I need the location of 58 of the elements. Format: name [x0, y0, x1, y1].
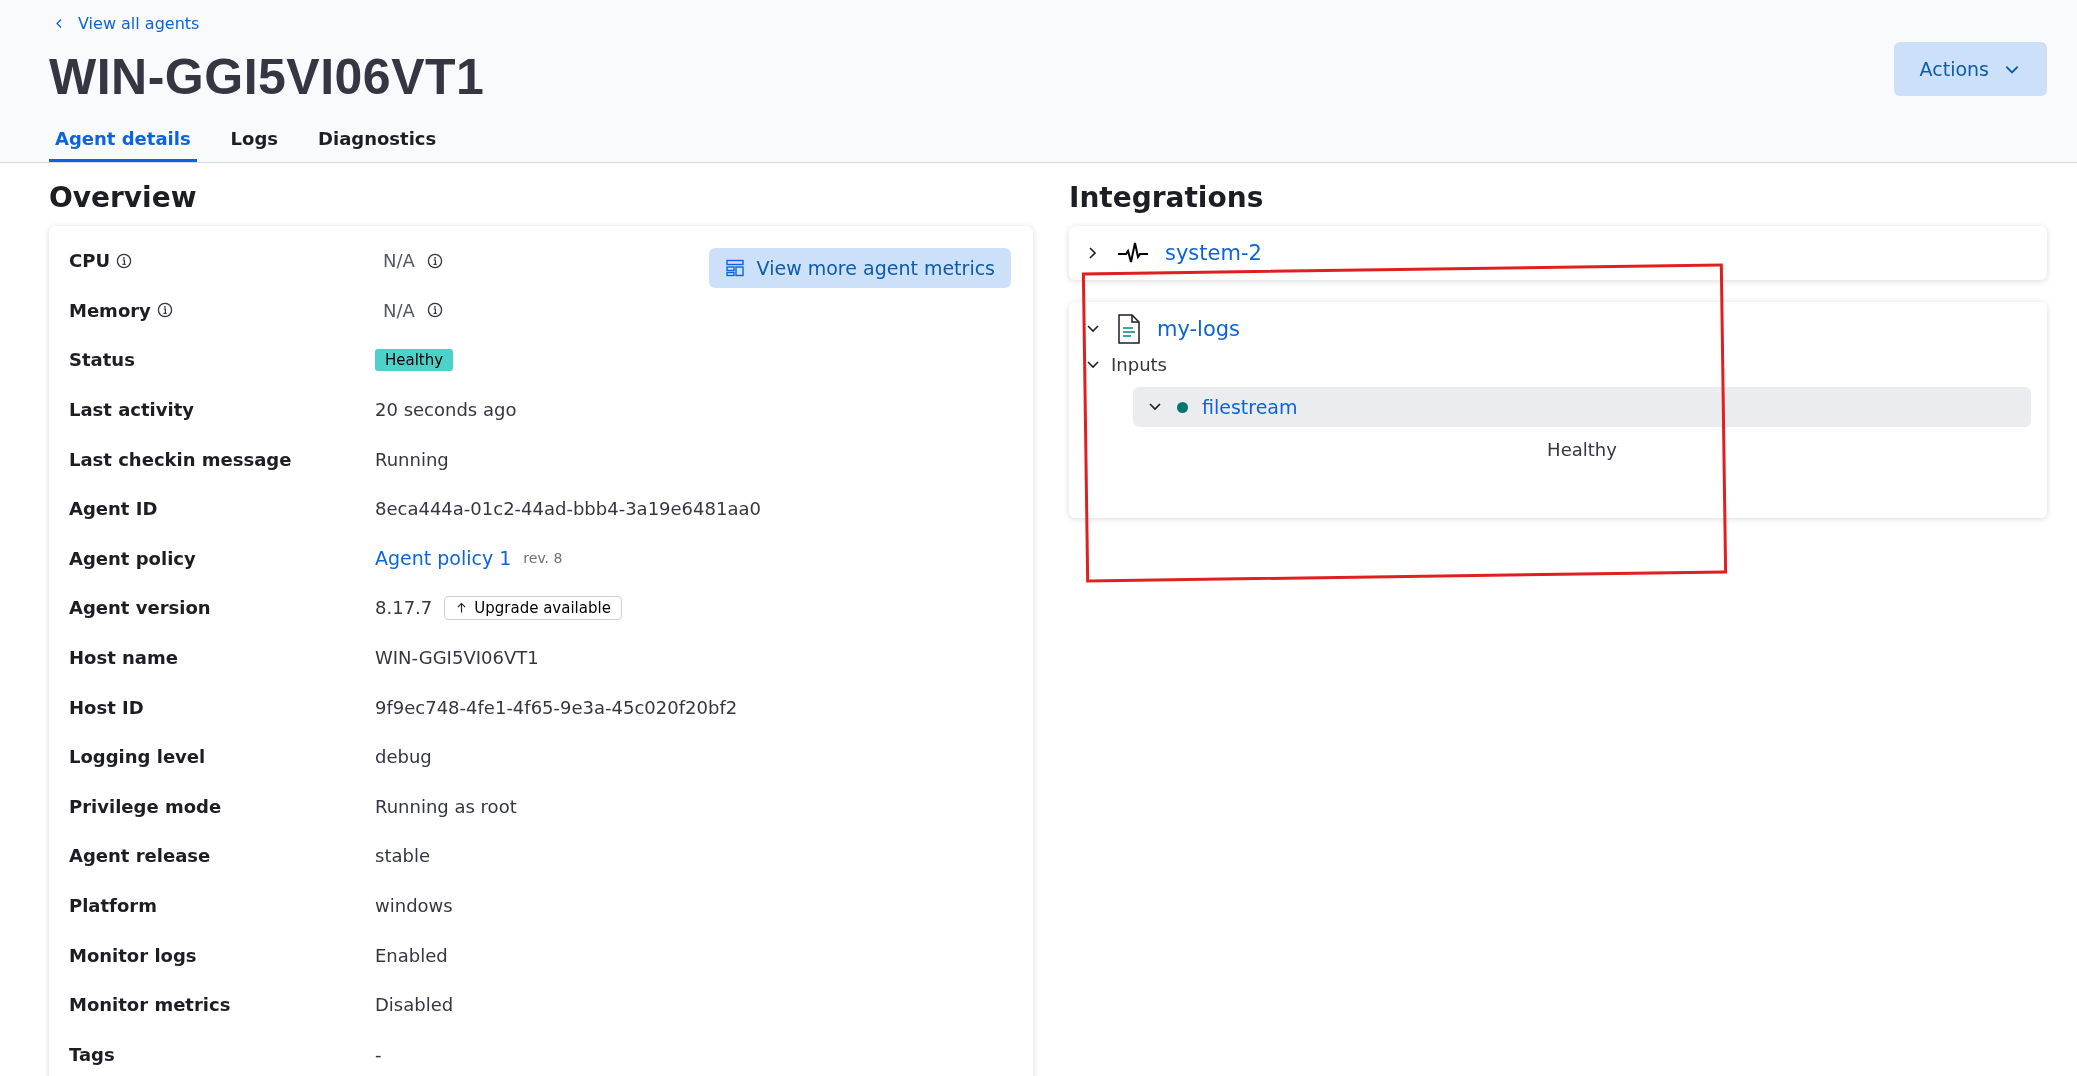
policy-link[interactable]: Agent policy 1: [375, 547, 512, 570]
field-label: Memory: [69, 299, 151, 321]
field-value: debug: [375, 746, 432, 768]
field-label: Logging level: [69, 746, 206, 768]
tab[interactable]: Diagnostics: [312, 122, 443, 162]
integration-link[interactable]: system-2: [1165, 241, 1262, 265]
field-label: Agent version: [69, 597, 211, 619]
section-heading: Integrations: [1069, 181, 1265, 214]
field-label: Host ID: [69, 696, 144, 718]
view-metrics-button[interactable]: View more agent metrics: [708, 248, 1011, 288]
field-value: 9f9ec748-4fe1-4f65-9e3a-45c020f20bf2: [375, 696, 738, 718]
field-label: Privilege mode: [69, 795, 222, 817]
field-label: Tags: [69, 1043, 115, 1065]
field-value: Running as root: [375, 795, 517, 817]
field-label: Agent release: [69, 845, 211, 867]
heartbeat-icon: [1117, 241, 1149, 265]
field-label: Agent policy: [69, 547, 196, 569]
revision-note: rev. 8: [523, 550, 563, 567]
field-value: Disabled: [375, 994, 454, 1016]
field-value: stable: [375, 845, 430, 867]
field-label: Agent ID: [69, 498, 158, 520]
document-icon: [1117, 314, 1141, 344]
status-badge: Healthy: [375, 349, 454, 371]
info-icon: [116, 252, 133, 269]
field-value: N/A: [383, 250, 415, 272]
input-status: Healthy: [1547, 439, 1617, 460]
dashboard-icon: [724, 258, 745, 278]
integration-link[interactable]: my-logs: [1157, 317, 1241, 341]
info-icon: [426, 252, 443, 269]
tab[interactable]: Logs: [224, 122, 285, 162]
field-value: 20 seconds ago: [375, 399, 517, 421]
field-label: Host name: [69, 647, 178, 669]
page-title: WIN-GGI5VI06VT1: [49, 48, 485, 106]
input-link[interactable]: filestream: [1202, 396, 1298, 418]
field-value: N/A: [383, 299, 415, 321]
back-link[interactable]: View all agents: [53, 14, 200, 33]
info-icon: [156, 302, 173, 319]
field-value: 8eca444a-01c2-44ad-bbb4-3a19e6481aa0: [375, 498, 761, 520]
field-label: Status: [69, 349, 135, 371]
field-value: 8.17.7: [375, 597, 433, 619]
field-label: Monitor logs: [69, 944, 197, 966]
field-label: Last activity: [69, 399, 195, 421]
info-icon: [426, 302, 443, 319]
tab[interactable]: Agent details: [49, 122, 197, 162]
actions-button[interactable]: Actions: [1893, 42, 2047, 96]
field-label: CPU: [69, 250, 111, 272]
section-heading: Overview: [49, 181, 198, 214]
field-label: Monitor metrics: [69, 994, 231, 1016]
field-value: Enabled: [375, 944, 448, 966]
field-value: Running: [375, 448, 449, 470]
field-value: windows: [375, 895, 453, 916]
inputs-label: Inputs: [1111, 354, 1167, 375]
upgrade-button[interactable]: Upgrade available: [444, 595, 622, 620]
field-label: Last checkin message: [69, 448, 292, 470]
field-value: WIN-GGI5VI06VT1: [375, 647, 539, 669]
field-label: Platform: [69, 895, 157, 916]
input-row[interactable]: filestream: [1133, 387, 2031, 427]
field-value: -: [375, 1043, 382, 1065]
